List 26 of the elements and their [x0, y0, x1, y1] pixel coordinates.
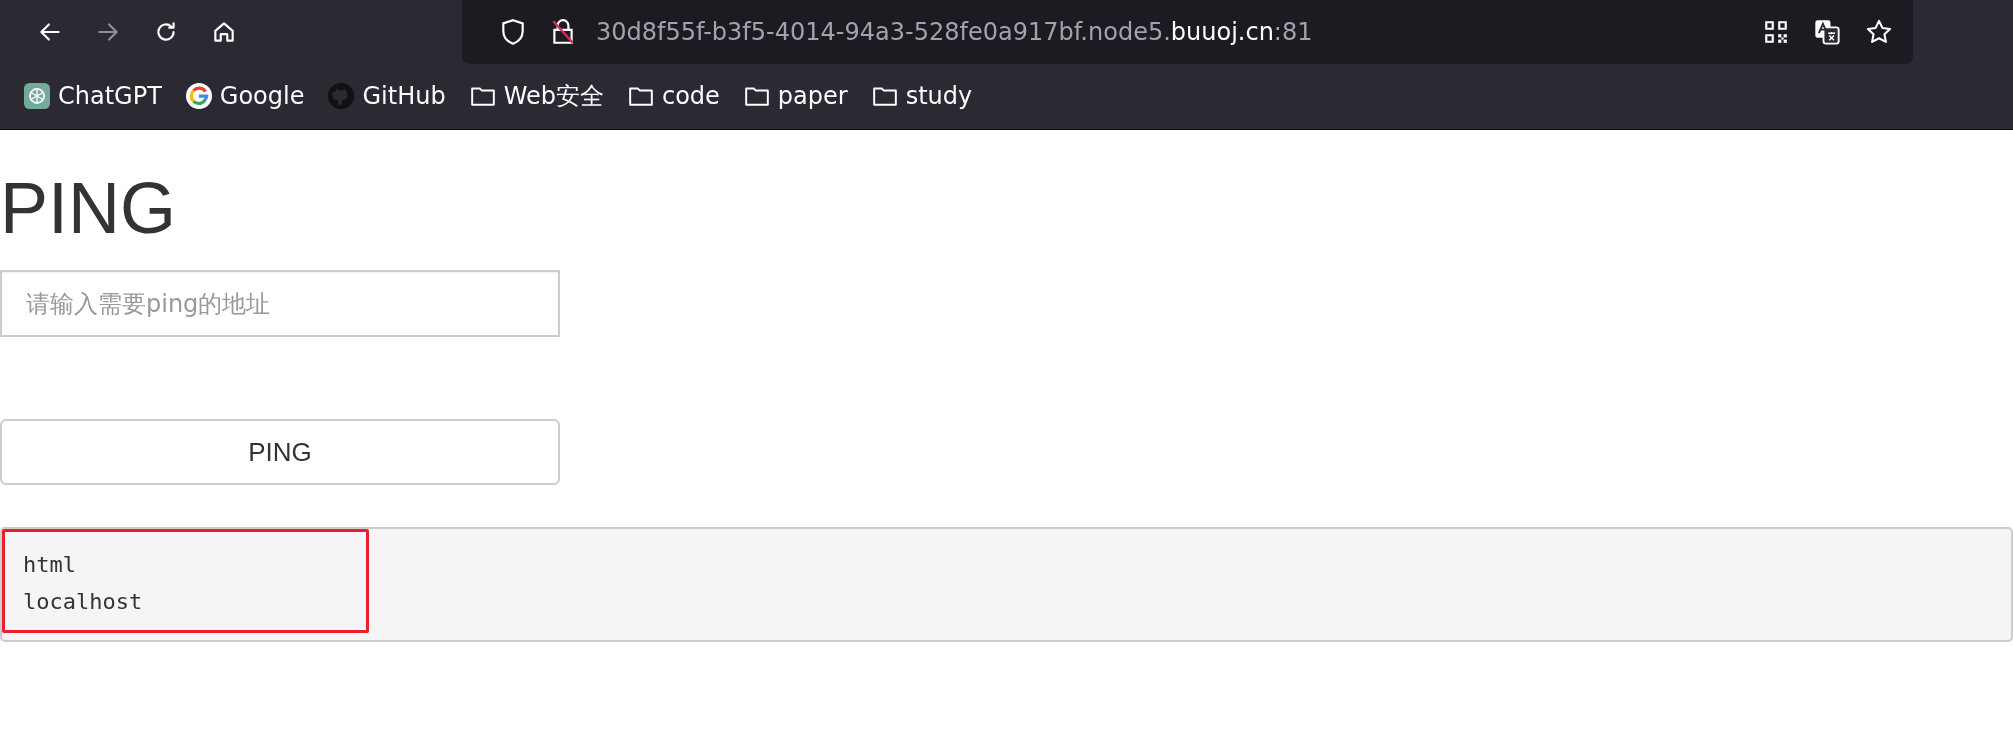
translate-icon[interactable] — [1813, 18, 1841, 46]
folder-icon — [469, 85, 496, 107]
page-heading: PING — [0, 172, 178, 244]
cat-silhouette-icon — [328, 83, 355, 109]
url-text: 30d8f55f-b3f5-4014-94a3-528fe0a917bf.node5.buuoj.cn:81 — [596, 18, 1313, 46]
folder-icon — [743, 85, 770, 107]
bookmark[interactable]: ChatGPT — [24, 82, 162, 110]
address-bar[interactable]: 30d8f55f-b3f5-4014-94a3-528fe0a917bf.node5.buuoj.cn:81 — [462, 0, 1913, 64]
star-icon[interactable] — [1865, 18, 1893, 46]
crossed-lock-icon — [550, 18, 576, 46]
bookmark[interactable]: Web安全 — [469, 80, 604, 112]
bookmark[interactable]: study — [871, 82, 973, 110]
folder-icon — [871, 85, 898, 107]
qr-code-icon[interactable] — [1763, 19, 1789, 45]
ping-button[interactable]: PING — [0, 419, 560, 485]
shield-icon — [500, 18, 526, 46]
output-line: html — [23, 551, 77, 579]
bookmark[interactable]: GitHub — [328, 82, 446, 110]
bookmark[interactable]: paper — [743, 82, 848, 110]
color-ring-icon — [185, 83, 212, 109]
home-icon — [211, 19, 237, 45]
bookmark[interactable]: code — [627, 82, 720, 110]
folder-icon — [627, 85, 654, 107]
bookmark[interactable]: Google — [185, 82, 305, 110]
address-input[interactable]: 请输入需要ping的地址 — [0, 270, 560, 337]
output-line: localhost — [23, 588, 144, 616]
